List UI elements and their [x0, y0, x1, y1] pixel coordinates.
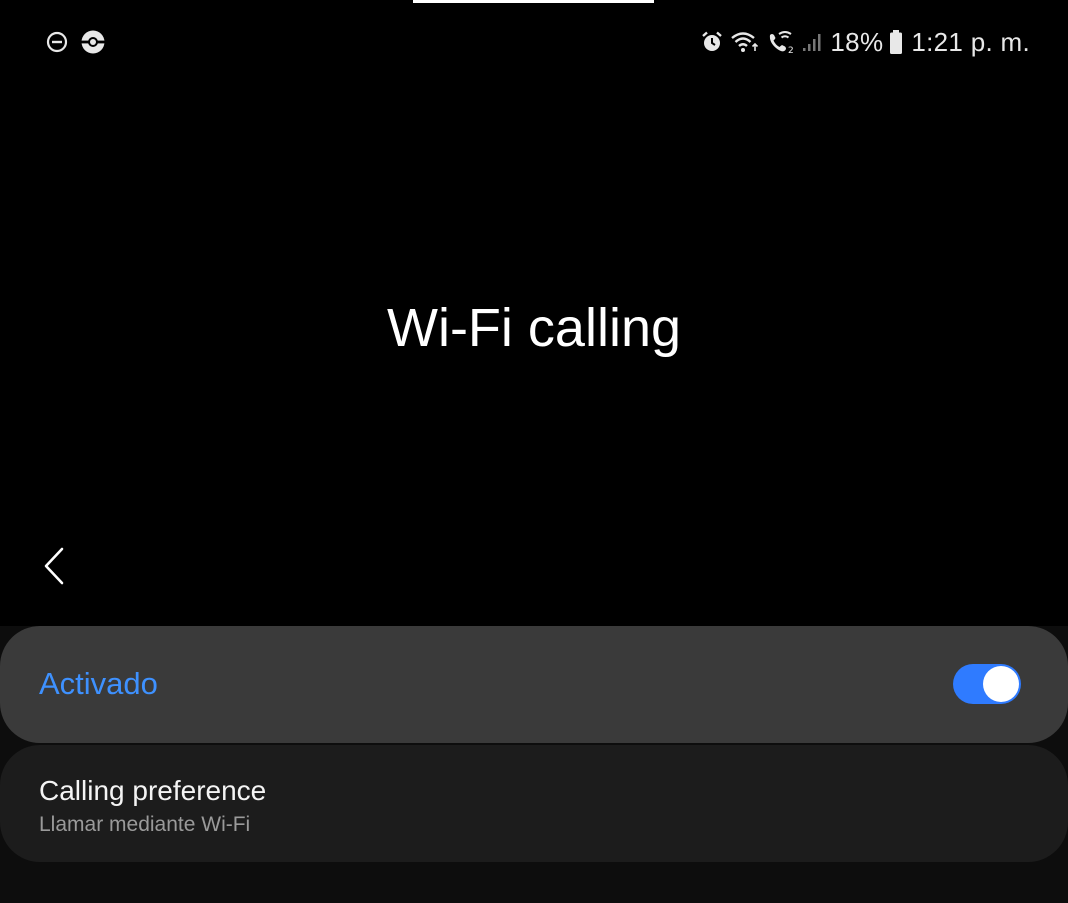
page-title: Wi-Fi calling [386, 298, 682, 358]
wifi-calling-toggle-row[interactable]: Activado [0, 626, 1068, 743]
signal-icon [802, 31, 824, 53]
status-bar: 2 18% 1:21 p. m. [0, 0, 1068, 80]
status-right-icons: 2 18% 1:21 p. m. [700, 24, 1030, 60]
status-left-icons [46, 29, 106, 55]
back-button[interactable] [30, 542, 78, 594]
wifi-icon [730, 30, 760, 54]
toggle-status-label: Activado [39, 666, 158, 701]
calling-preference-value: Llamar mediante Wi-Fi [39, 813, 251, 836]
wifi-calling-switch[interactable] [953, 664, 1021, 704]
chevron-left-icon [42, 546, 66, 591]
battery-percentage: 18% [830, 27, 884, 57]
pokeball-icon [80, 29, 106, 55]
battery-icon [889, 29, 903, 55]
do-not-disturb-icon [46, 31, 68, 53]
status-clock: 1:21 p. m. [911, 27, 1030, 57]
wifi-call-icon: 2 [766, 30, 796, 54]
switch-knob [983, 666, 1019, 702]
svg-text:2: 2 [788, 46, 794, 54]
calling-preference-title: Calling preference [39, 775, 267, 806]
alarm-icon [700, 30, 724, 54]
calling-preference-row[interactable]: Calling preference Llamar mediante Wi-Fi [0, 745, 1068, 862]
